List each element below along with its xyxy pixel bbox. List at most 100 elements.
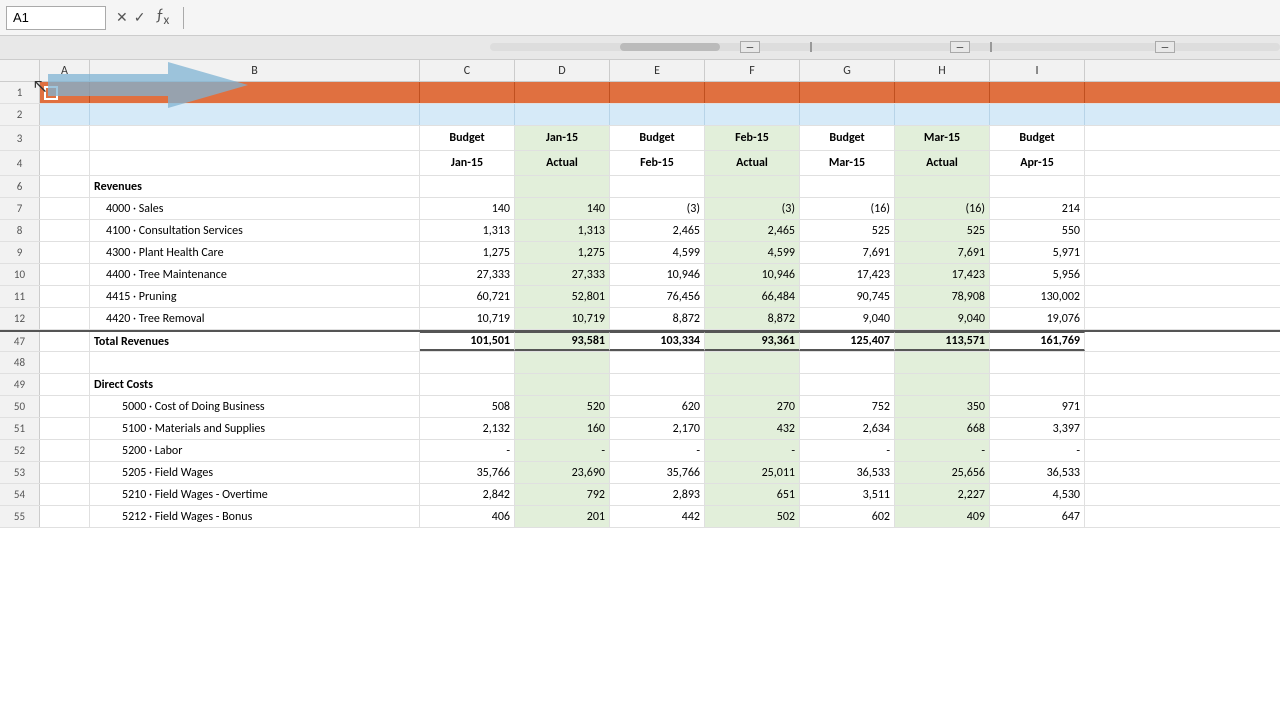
cell-h4[interactable]: Actual [895, 151, 990, 175]
cell-a7[interactable] [40, 198, 90, 219]
cell-b51[interactable]: 5100 · Materials and Supplies [90, 418, 420, 439]
cell-g51[interactable]: 2,634 [800, 418, 895, 439]
cell-a50[interactable] [40, 396, 90, 417]
cell-c52[interactable]: - [420, 440, 515, 461]
cell-a3[interactable] [40, 126, 90, 150]
cell-f55[interactable]: 502 [705, 506, 800, 527]
cell-f10[interactable]: 10,946 [705, 264, 800, 285]
cell-d8[interactable]: 1,313 [515, 220, 610, 241]
cell-a12[interactable] [40, 308, 90, 329]
cell-d51[interactable]: 160 [515, 418, 610, 439]
cell-h7[interactable]: (16) [895, 198, 990, 219]
cell-b9[interactable]: 4300 · Plant Health Care [90, 242, 420, 263]
col-header-e[interactable]: E [610, 60, 705, 81]
cell-e54[interactable]: 2,893 [610, 484, 705, 505]
cell-g47[interactable]: 125,407 [800, 332, 895, 351]
cell-c48[interactable] [420, 352, 515, 373]
cell-c54[interactable]: 2,842 [420, 484, 515, 505]
scroll-minus-1[interactable]: — [740, 41, 760, 53]
cell-c49[interactable] [420, 374, 515, 395]
cell-a49[interactable] [40, 374, 90, 395]
cell-g50[interactable]: 752 [800, 396, 895, 417]
cell-i50[interactable]: 971 [990, 396, 1085, 417]
col-header-c[interactable]: C [420, 60, 515, 81]
col-header-d[interactable]: D [515, 60, 610, 81]
cell-d2[interactable] [515, 104, 610, 125]
cell-c11[interactable]: 60,721 [420, 286, 515, 307]
cell-b53[interactable]: 5205 · Field Wages [90, 462, 420, 483]
cell-g11[interactable]: 90,745 [800, 286, 895, 307]
cell-b50[interactable]: 5000 · Cost of Doing Business [90, 396, 420, 417]
cell-g54[interactable]: 3,511 [800, 484, 895, 505]
cell-e6[interactable] [610, 176, 705, 197]
cell-f12[interactable]: 8,872 [705, 308, 800, 329]
cell-c53[interactable]: 35,766 [420, 462, 515, 483]
cell-c2[interactable] [420, 104, 515, 125]
cell-i1[interactable] [990, 82, 1085, 103]
cell-e53[interactable]: 35,766 [610, 462, 705, 483]
col-header-g[interactable]: G [800, 60, 895, 81]
cell-c6[interactable] [420, 176, 515, 197]
cell-e52[interactable]: - [610, 440, 705, 461]
cell-b54[interactable]: 5210 · Field Wages - Overtime [90, 484, 420, 505]
cell-h1[interactable] [895, 82, 990, 103]
cell-b12[interactable]: 4420 · Tree Removal [90, 308, 420, 329]
cell-h49[interactable] [895, 374, 990, 395]
cell-e12[interactable]: 8,872 [610, 308, 705, 329]
cell-d53[interactable]: 23,690 [515, 462, 610, 483]
cell-g9[interactable]: 7,691 [800, 242, 895, 263]
cell-d10[interactable]: 27,333 [515, 264, 610, 285]
cell-d7[interactable]: 140 [515, 198, 610, 219]
cell-g49[interactable] [800, 374, 895, 395]
cell-f50[interactable]: 270 [705, 396, 800, 417]
cell-a52[interactable] [40, 440, 90, 461]
scroll-minus-3[interactable]: — [1155, 41, 1175, 53]
cell-g3[interactable]: Budget [800, 126, 895, 150]
cell-d55[interactable]: 201 [515, 506, 610, 527]
cell-g53[interactable]: 36,533 [800, 462, 895, 483]
cell-c12[interactable]: 10,719 [420, 308, 515, 329]
cell-a11[interactable] [40, 286, 90, 307]
cell-g7[interactable]: (16) [800, 198, 895, 219]
cell-d11[interactable]: 52,801 [515, 286, 610, 307]
cell-e7[interactable]: (3) [610, 198, 705, 219]
cell-f7[interactable]: (3) [705, 198, 800, 219]
cell-d47[interactable]: 93,581 [515, 332, 610, 351]
scroll-minus-2[interactable]: — [950, 41, 970, 53]
cell-c3[interactable]: Budget [420, 126, 515, 150]
horizontal-scrollbar[interactable]: — — — [0, 36, 1280, 60]
cell-i7[interactable]: 214 [990, 198, 1085, 219]
cell-h51[interactable]: 668 [895, 418, 990, 439]
cell-d54[interactable]: 792 [515, 484, 610, 505]
cell-a47[interactable] [40, 332, 90, 351]
name-box[interactable] [6, 6, 106, 30]
cell-h8[interactable]: 525 [895, 220, 990, 241]
cell-g6[interactable] [800, 176, 895, 197]
cell-g52[interactable]: - [800, 440, 895, 461]
cell-f4[interactable]: Actual [705, 151, 800, 175]
cell-f49[interactable] [705, 374, 800, 395]
cell-b6[interactable]: Revenues [90, 176, 420, 197]
cell-a54[interactable] [40, 484, 90, 505]
cell-d52[interactable]: - [515, 440, 610, 461]
cell-d1[interactable] [515, 82, 610, 103]
cell-f52[interactable]: - [705, 440, 800, 461]
cell-f1[interactable] [705, 82, 800, 103]
cell-i55[interactable]: 647 [990, 506, 1085, 527]
cell-i52[interactable]: - [990, 440, 1085, 461]
cell-i48[interactable] [990, 352, 1085, 373]
cell-a9[interactable] [40, 242, 90, 263]
confirm-icon[interactable]: ✓ [134, 9, 146, 26]
cell-e55[interactable]: 442 [610, 506, 705, 527]
cell-a4[interactable] [40, 151, 90, 175]
cell-h2[interactable] [895, 104, 990, 125]
cell-e51[interactable]: 2,170 [610, 418, 705, 439]
cell-h55[interactable]: 409 [895, 506, 990, 527]
cell-g48[interactable] [800, 352, 895, 373]
cell-f11[interactable]: 66,484 [705, 286, 800, 307]
cell-i3[interactable]: Budget [990, 126, 1085, 150]
cell-f51[interactable]: 432 [705, 418, 800, 439]
cell-e47[interactable]: 103,334 [610, 332, 705, 351]
cell-d4[interactable]: Actual [515, 151, 610, 175]
cell-i2[interactable] [990, 104, 1085, 125]
